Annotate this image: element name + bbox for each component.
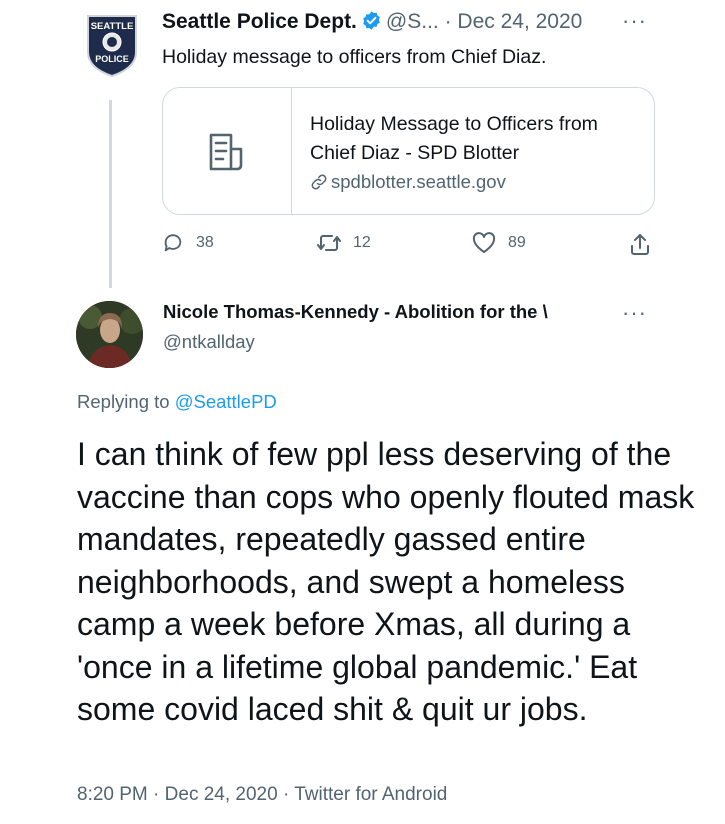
svg-text:SEATTLE: SEATTLE <box>91 21 134 32</box>
tweet-metadata: 8:20 PM · Dec 24, 2020 · Twitter for And… <box>77 784 447 806</box>
thread-connector-line <box>109 100 112 288</box>
like-action[interactable]: 89 <box>472 232 526 254</box>
reply-count: 38 <box>196 234 214 251</box>
original-author-name[interactable]: Seattle Police Dept. <box>162 10 357 33</box>
retweet-count: 12 <box>353 234 371 251</box>
original-tweet-text: Holiday message to officers from Chief D… <box>162 46 547 68</box>
card-domain-text: spdblotter.seattle.gov <box>331 171 506 192</box>
header-separator: · <box>444 10 452 33</box>
share-action[interactable] <box>629 232 663 256</box>
original-tweet-date[interactable]: Dec 24, 2020 <box>457 10 582 33</box>
link-preview-card[interactable]: Holiday Message to Officers from Chief D… <box>162 87 655 215</box>
seattle-police-badge-avatar[interactable]: SEATTLE POLICE <box>84 12 140 78</box>
link-icon <box>311 174 327 190</box>
retweet-icon <box>317 235 341 251</box>
share-icon <box>631 234 649 255</box>
original-author-handle[interactable]: @S... <box>386 10 439 33</box>
meta-separator-1: · <box>153 784 160 805</box>
card-domain: spdblotter.seattle.gov <box>310 171 506 193</box>
meta-separator-2: · <box>282 784 290 805</box>
reply-author-handle[interactable]: @ntkallday <box>163 331 255 353</box>
reply-action[interactable]: 38 <box>162 232 214 254</box>
replying-to-link[interactable]: @SeattlePD <box>175 391 277 412</box>
verified-badge-icon <box>361 10 382 37</box>
card-title: Holiday Message to Officers from Chief D… <box>310 113 598 164</box>
reply-tweet-text: I can think of few ppl less deserving of… <box>77 436 695 727</box>
replying-to-line: Replying to @SeattlePD <box>77 391 277 413</box>
tweet-date[interactable]: Dec 24, 2020 <box>165 784 278 805</box>
document-icon <box>207 132 245 177</box>
like-count: 89 <box>508 234 526 251</box>
retweet-action[interactable]: 12 <box>317 232 371 254</box>
more-options-icon[interactable]: ··· <box>622 8 647 34</box>
svg-text:POLICE: POLICE <box>95 54 129 64</box>
original-tweet-header: Seattle Police Dept. @S... · Dec 24, 2020 <box>162 10 582 37</box>
card-thumbnail <box>163 88 292 214</box>
reply-author-name[interactable]: Nicole Thomas-Kennedy - Abolition for th… <box>163 301 608 323</box>
tweet-time[interactable]: 8:20 PM <box>77 784 148 805</box>
reply-icon <box>164 234 182 252</box>
replying-prefix: Replying to <box>77 391 170 412</box>
heart-icon <box>472 232 496 253</box>
author-avatar[interactable] <box>76 301 143 368</box>
reply-more-options-icon[interactable]: ··· <box>622 300 647 326</box>
tweet-source[interactable]: Twitter for Android <box>294 784 447 805</box>
